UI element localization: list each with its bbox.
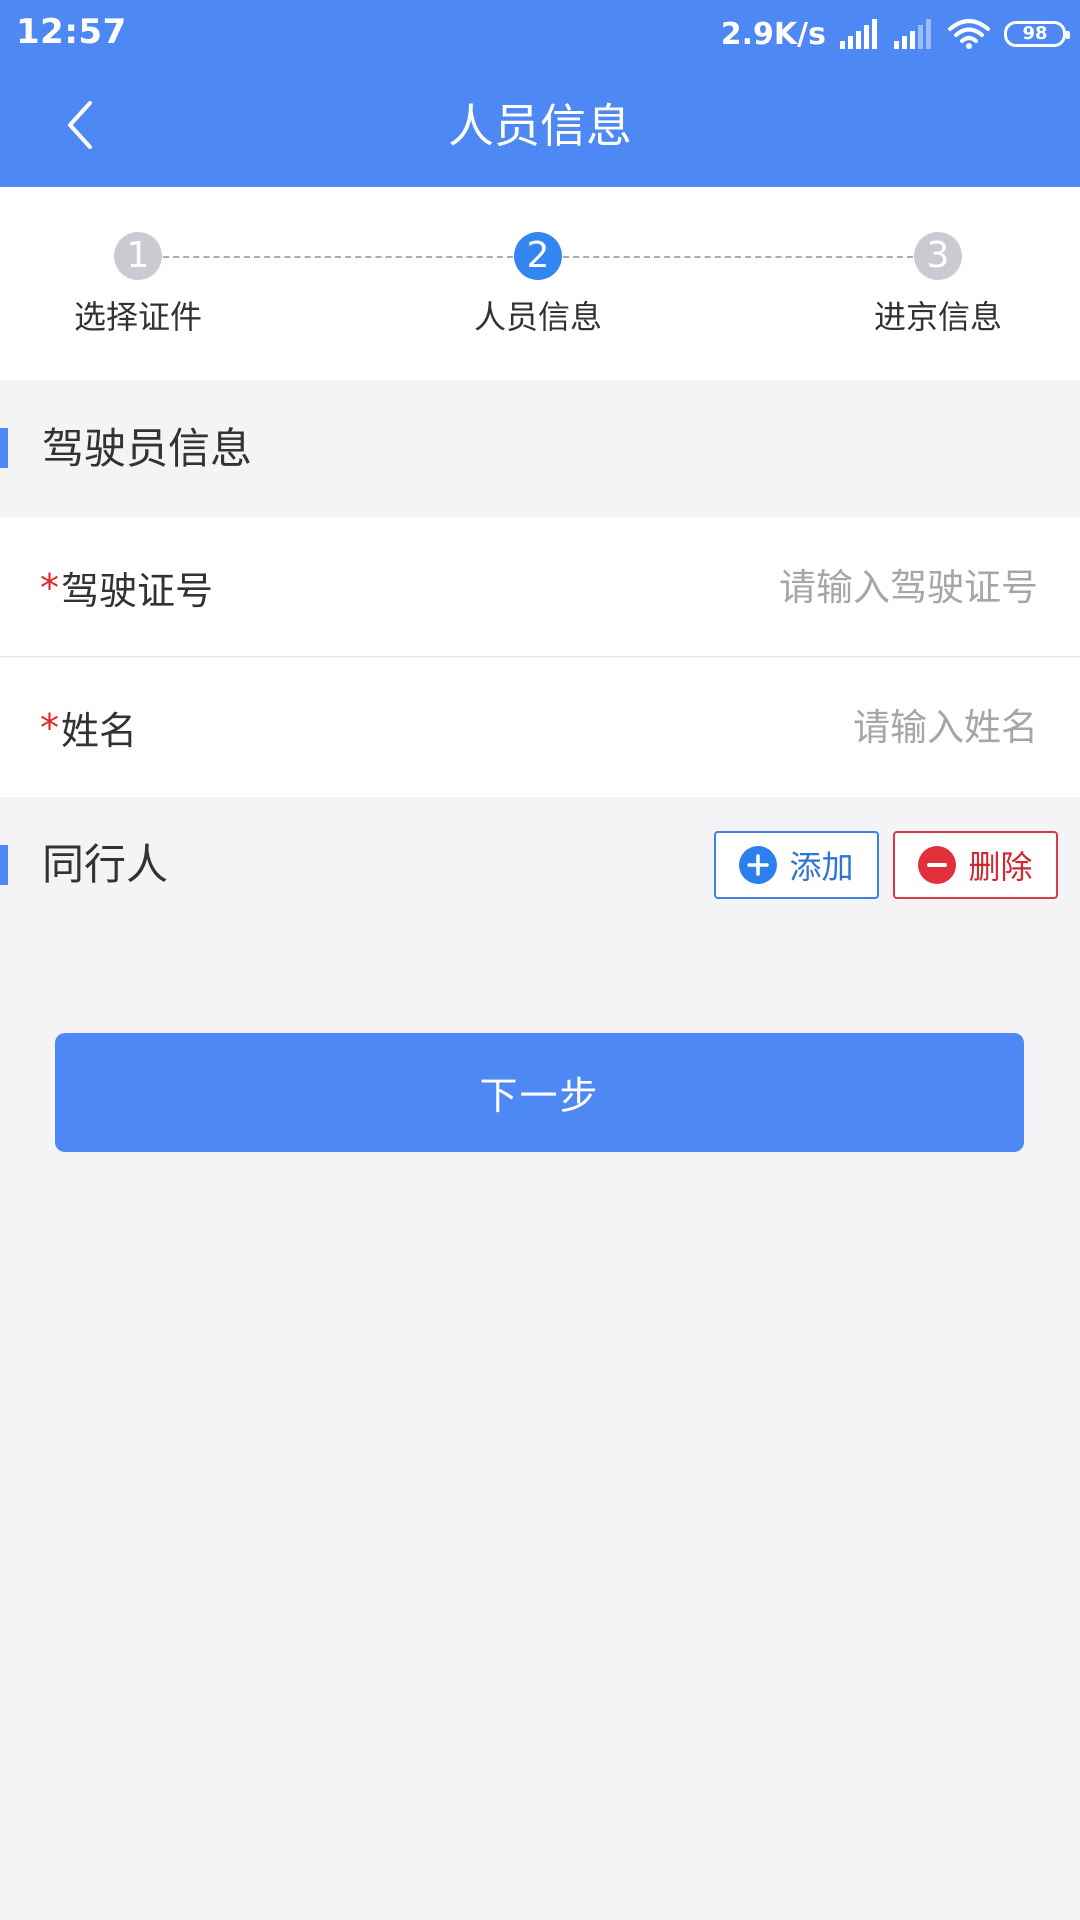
section-accent-bar: [0, 845, 8, 885]
add-label: 添加: [789, 848, 854, 886]
network-speed: 2.9K/s: [720, 16, 826, 52]
field-label: 驾驶证号: [61, 569, 214, 613]
delete-companion-button[interactable]: 删除: [893, 831, 1058, 899]
step-number: 1: [114, 232, 162, 280]
signal-icon: [840, 19, 877, 49]
row-divider: [0, 656, 1080, 657]
step-label: 人员信息: [473, 298, 602, 336]
field-label: 姓名: [61, 709, 138, 753]
step-select-document: 1 选择证件: [38, 232, 238, 338]
step-number: 2: [514, 232, 562, 280]
name-row: * 姓名: [0, 658, 1080, 797]
signal-weak-icon: [894, 19, 931, 49]
battery-icon: 98: [1004, 21, 1070, 47]
license-number-input[interactable]: [518, 552, 1038, 622]
step-personnel-info: 2 人员信息: [438, 232, 638, 338]
step-label: 进京信息: [873, 298, 1002, 336]
license-number-label: * 驾驶证号: [40, 518, 213, 657]
plus-circle-icon: [739, 846, 778, 884]
driver-section-header: 驾驶员信息: [0, 380, 1080, 518]
required-mark: *: [40, 705, 59, 750]
step-number: 3: [914, 232, 962, 280]
delete-label: 删除: [968, 848, 1033, 886]
page-title: 人员信息: [448, 99, 632, 153]
app-header: 12:57 2.9K/s 98 人员信息: [0, 0, 1080, 187]
battery-level: 98: [1022, 23, 1048, 44]
section-title: 驾驶员信息: [42, 424, 253, 473]
required-mark: *: [40, 565, 59, 610]
step-label: 选择证件: [73, 298, 202, 336]
section-accent-bar: [0, 428, 8, 468]
step-entry-info: 3 进京信息: [838, 232, 1038, 338]
status-icons: 2.9K/s 98: [720, 14, 1070, 54]
name-label: * 姓名: [40, 658, 137, 797]
companion-section-header: 同行人 添加 删除: [0, 797, 1080, 935]
minus-circle-icon: [918, 846, 957, 884]
progress-stepper: 1 选择证件 2 人员信息 3 进京信息: [0, 187, 1080, 380]
license-number-row: * 驾驶证号: [0, 518, 1080, 657]
wifi-icon: [948, 19, 990, 49]
status-time: 12:57: [16, 12, 127, 52]
name-input[interactable]: [518, 692, 1038, 762]
next-step-button[interactable]: 下一步: [55, 1033, 1024, 1152]
add-companion-button[interactable]: 添加: [714, 831, 879, 899]
section-title: 同行人: [42, 840, 169, 889]
